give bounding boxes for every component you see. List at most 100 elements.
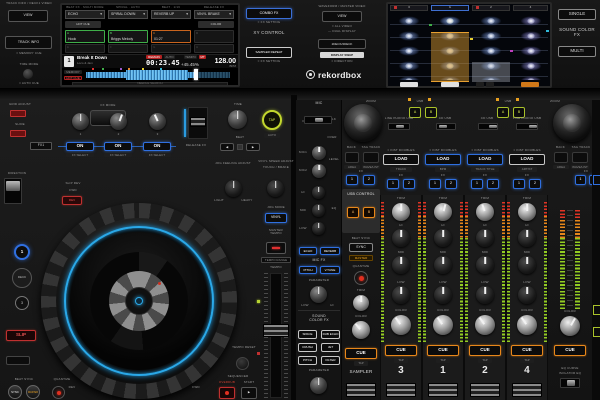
fx-assign-1[interactable]: 1 [429,179,441,189]
channel-fader[interactable] [512,383,542,397]
track-waveform[interactable] [86,68,234,80]
grid-adjust-button[interactable] [10,110,26,117]
load-button[interactable]: LOAD [509,154,545,165]
input-selector-ch2[interactable] [478,123,498,130]
vinyl-speed-knob[interactable] [267,180,284,197]
sampler-repeat-button[interactable]: SAMPLER REPEAT [246,47,292,58]
mic-hi-knob[interactable] [312,186,325,199]
beat-center-button[interactable] [237,144,243,150]
low-knob[interactable] [476,286,494,304]
fx3-on-button[interactable]: ON [143,142,171,151]
usb-control-a-button[interactable]: A [347,207,359,218]
fx-knob-3[interactable] [149,113,166,130]
direction-switch[interactable] [4,178,22,204]
edge-pad-button-partial[interactable] [593,305,600,315]
right-touchscreen[interactable]: 3 1 2 4 [386,2,552,88]
color-fx-pitch-button[interactable]: PITCH [298,356,317,365]
hot-cue-pad-c[interactable]: C 01:27 [151,30,191,43]
input-selector-ch3[interactable] [388,123,410,130]
browse-knob-left[interactable] [344,104,382,142]
mic-switch[interactable] [304,116,332,124]
deck-footer-badge-active[interactable] [521,82,539,87]
edge-fx-button-partial[interactable] [593,175,600,185]
fx-assign-1[interactable]: 1 [346,175,358,185]
mid-knob[interactable] [476,256,494,274]
color-knob[interactable] [517,315,537,335]
deck-footer-badge[interactable] [400,82,418,87]
cue-button[interactable]: CUE [469,345,501,356]
color-knob[interactable] [475,315,495,335]
edge-pad-button-partial[interactable] [593,327,600,337]
deck-footer-badge[interactable] [486,82,494,87]
fx-assign-2[interactable]: 2 [529,179,541,189]
display-swap-badge[interactable]: DISPLAY SWAP [320,52,364,58]
fx-assign-2[interactable]: 2 [363,175,375,185]
color-fx-space-button[interactable]: SPACE [298,330,317,339]
load-button[interactable]: LOAD [467,154,503,165]
color-knob[interactable] [433,315,453,335]
cue-button[interactable]: CUE [427,345,459,356]
slide-button[interactable] [10,130,26,137]
jog-wheel[interactable] [41,203,237,399]
tempo-range-button[interactable]: TEMPO RANGE [261,257,291,263]
fx-assign-1[interactable]: 1 [471,179,483,189]
mid-knob[interactable] [434,256,452,274]
sampler-master-badge[interactable]: MASTER [349,255,373,261]
trim-knob[interactable] [392,203,410,221]
sort-badge[interactable]: TRACK TITLE [471,167,499,172]
hot-cue-pad-h[interactable]: H [194,44,234,53]
fx-dropdown-echo[interactable]: ECHO ▾ [65,10,105,19]
time-knob[interactable] [228,110,247,129]
fx-dropdown-vinyl-brake[interactable]: VINYL BRAKE ▾ [194,10,234,19]
color-fx-filter-button[interactable]: FILTER [321,356,340,365]
multi-button[interactable]: MULTI [558,46,596,57]
needle-search-strip[interactable]: NEEDLE SEARCH [72,82,228,86]
slip-button[interactable]: SLIP [6,330,36,341]
input-selector-ch4[interactable] [516,123,538,130]
mic-pitch-button[interactable]: PITCH [299,266,317,274]
trim-knob[interactable] [518,203,536,221]
jog-feeling-knob[interactable] [225,180,242,197]
mic1-knob[interactable] [312,146,326,160]
fx-assign-2[interactable]: 2 [445,179,457,189]
fx2-on-button[interactable]: ON [104,142,132,151]
tempo-reset-button[interactable] [236,357,249,370]
deck-button[interactable]: DECK [12,268,32,288]
mid-knob[interactable] [518,256,536,274]
fx-knob-2[interactable] [110,113,127,130]
fx-dropdown-reverb-up[interactable]: REVERB UP ▾ [151,10,191,19]
hot-cue-pad-b[interactable]: B Briggs Melody [108,30,148,43]
hi-knob[interactable] [518,229,536,247]
channel-fader[interactable] [470,383,500,397]
low-knob[interactable] [434,286,452,304]
fx-assign-1[interactable]: 1 [387,179,399,189]
time-mode-knob[interactable] [23,69,33,79]
track-info-button[interactable]: TRACK INFO [5,36,52,49]
deck-header-1[interactable]: 1 [431,5,469,11]
mid-knob[interactable] [392,256,410,274]
deck-footer-badge[interactable] [476,82,484,87]
hi-knob[interactable] [476,229,494,247]
combo-fx-button[interactable]: COMBO FX [246,8,292,19]
sort-badge[interactable]: TRACK [390,167,412,172]
sort-badge[interactable]: BPM [435,167,451,172]
single-button[interactable]: SINGLE [558,9,596,20]
deck-footer-badge[interactable] [441,82,459,87]
hi-knob[interactable] [434,229,452,247]
color-fx-jet-button[interactable]: JET [321,343,340,352]
hot-cue-pad-a[interactable]: A Hook [65,30,105,43]
tempo-fader-cap[interactable] [263,324,289,337]
hot-cue-pad-d[interactable]: D [194,30,234,43]
sampler-fader[interactable] [346,383,376,397]
deck-toggle-button[interactable]: 2DECK/4DECK [318,39,366,49]
view-button-center[interactable]: VIEW [322,11,362,22]
cue-button[interactable]: CUE [511,345,543,356]
beat-left-button[interactable]: ◀ [220,143,234,151]
view-button-left[interactable]: VIEW [8,10,48,22]
eq-curve-switch[interactable] [560,378,580,388]
trim-knob[interactable] [476,203,494,221]
vinyl-mode-button[interactable]: VINYL [265,213,287,223]
master-tempo-button[interactable] [266,242,286,254]
color-fx-parameter-knob[interactable] [310,377,327,394]
shift-button[interactable] [6,356,30,365]
